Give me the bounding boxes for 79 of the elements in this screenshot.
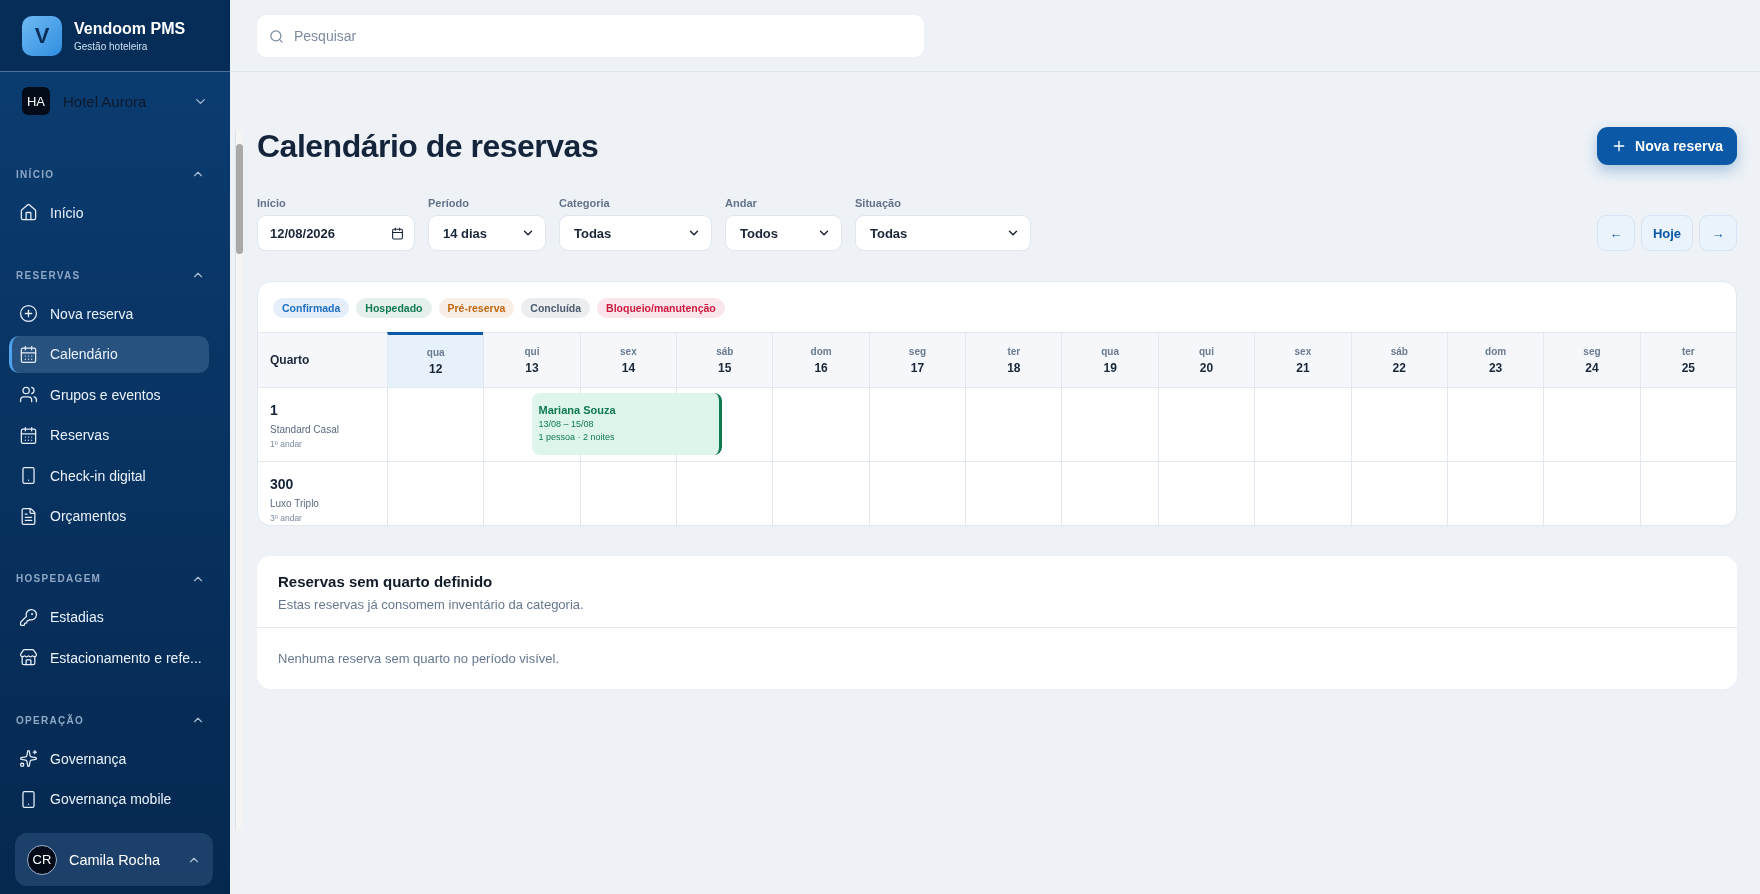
user-avatar: CR <box>27 844 57 875</box>
section-title: INÍCIO <box>16 168 55 180</box>
section-title: OPERAÇÃO <box>16 714 85 726</box>
sidebar-item[interactable]: Início <box>9 194 209 231</box>
status-tag: Pré-reserva <box>438 298 515 318</box>
app-name: Vendoom PMS <box>74 19 186 38</box>
sidebar-item[interactable]: Orçamentos <box>9 497 209 535</box>
booking-block[interactable]: Mariana Souza 13/08 – 15/08 1 pessoa · 2 noites <box>531 393 723 455</box>
column-header: Quarto <box>258 332 387 387</box>
room-cell-text: 300 Luxo Triplo 3º andar <box>269 475 320 525</box>
page-title: Calendário de reservas <box>257 127 599 165</box>
select-field[interactable]: Todos <box>725 215 842 251</box>
phone-icon <box>19 789 38 809</box>
sidebar-item[interactable]: Nova reserva <box>9 295 209 332</box>
today-button[interactable]: Hoje <box>1641 215 1693 251</box>
status-tag: Confirmada <box>273 298 350 318</box>
new-booking-button[interactable]: Nova reserva <box>1597 127 1737 165</box>
field-label: Andar <box>725 197 758 209</box>
user-name: Camila Rocha <box>69 851 162 868</box>
field-label: Situação <box>855 197 902 209</box>
app-logo: V <box>22 15 62 56</box>
day-header: ter 25 <box>1639 332 1736 387</box>
storefront-icon <box>19 648 38 667</box>
nav-button[interactable]: → <box>1699 215 1737 251</box>
day-header: qua 12 <box>387 332 484 387</box>
day-header: dom 23 <box>1446 332 1544 387</box>
empty-message: Nenhuma reserva sem quarto no período visível. <box>277 650 561 668</box>
hotel-initials: HA <box>22 87 50 115</box>
sidebar-item[interactable]: Check-in digital <box>9 457 209 494</box>
search-field[interactable]: Pesquisar <box>257 15 924 57</box>
sidebar-item[interactable]: Governança mobile <box>9 780 209 818</box>
search-icon <box>269 28 284 44</box>
status-tag: Hospedado <box>356 298 432 318</box>
room-cell-text: 1 Standard Casal 1º andar <box>269 401 340 451</box>
day-header: sex 21 <box>1254 332 1351 387</box>
card-subtitle: Estas reservas já consomem inventário da categoria. <box>278 597 585 612</box>
day-header: qui 13 <box>483 332 580 387</box>
phone-icon <box>19 466 38 485</box>
day-header: qua 19 <box>1061 332 1158 387</box>
select-field[interactable]: Todas <box>855 215 1031 251</box>
sidebar-item[interactable]: Estadias <box>9 598 209 636</box>
sidebar-item[interactable]: Governança <box>9 740 209 777</box>
plus-circle-icon <box>19 304 38 323</box>
day-header: sex 14 <box>579 332 677 387</box>
day-header: seg 24 <box>1543 332 1640 387</box>
field-label: Categoria <box>559 197 611 209</box>
status-tag: Concluída <box>521 298 591 318</box>
section-title: RESERVAS <box>16 269 81 281</box>
date-field[interactable]: 12/08/2026 <box>257 215 415 251</box>
sidebar-item[interactable]: Reservas <box>9 416 209 454</box>
status-tag: Bloqueio/manutenção <box>597 298 725 318</box>
user-menu[interactable]: CR Camila Rocha <box>15 833 213 886</box>
key-icon <box>19 607 38 627</box>
document-icon <box>19 506 38 526</box>
day-header: dom 16 <box>772 332 869 387</box>
section-title: HOSPEDAGEM <box>16 573 102 584</box>
calendar-icon <box>391 226 404 240</box>
people-icon <box>19 385 38 404</box>
app-subtitle: Gestão hoteleira <box>74 40 149 52</box>
calendar-icon <box>19 425 38 445</box>
select-field[interactable]: Todas <box>559 215 712 251</box>
search-input[interactable]: Pesquisar <box>292 27 912 45</box>
calendar-icon <box>19 344 38 364</box>
sidebar-item[interactable]: Estacionamento e refe... <box>9 639 209 676</box>
field-label: Início <box>257 197 287 209</box>
sidebar-item[interactable]: Grupos e eventos <box>9 376 209 413</box>
sidebar-item[interactable]: Calendário <box>9 335 209 373</box>
day-header: sáb 22 <box>1350 332 1447 387</box>
card-title: Reservas sem quarto definido <box>278 573 494 590</box>
day-header: sáb 15 <box>676 332 773 387</box>
home-icon <box>19 203 38 222</box>
scrollbar[interactable] <box>234 130 243 830</box>
nav-button[interactable]: ← <box>1597 215 1635 251</box>
day-header: qui 20 <box>1157 332 1255 387</box>
day-header: ter 18 <box>965 332 1062 387</box>
day-header: seg 17 <box>868 332 966 387</box>
sparkles-icon <box>19 749 38 768</box>
select-field[interactable]: 14 dias <box>428 215 546 251</box>
field-label: Período <box>428 197 470 209</box>
